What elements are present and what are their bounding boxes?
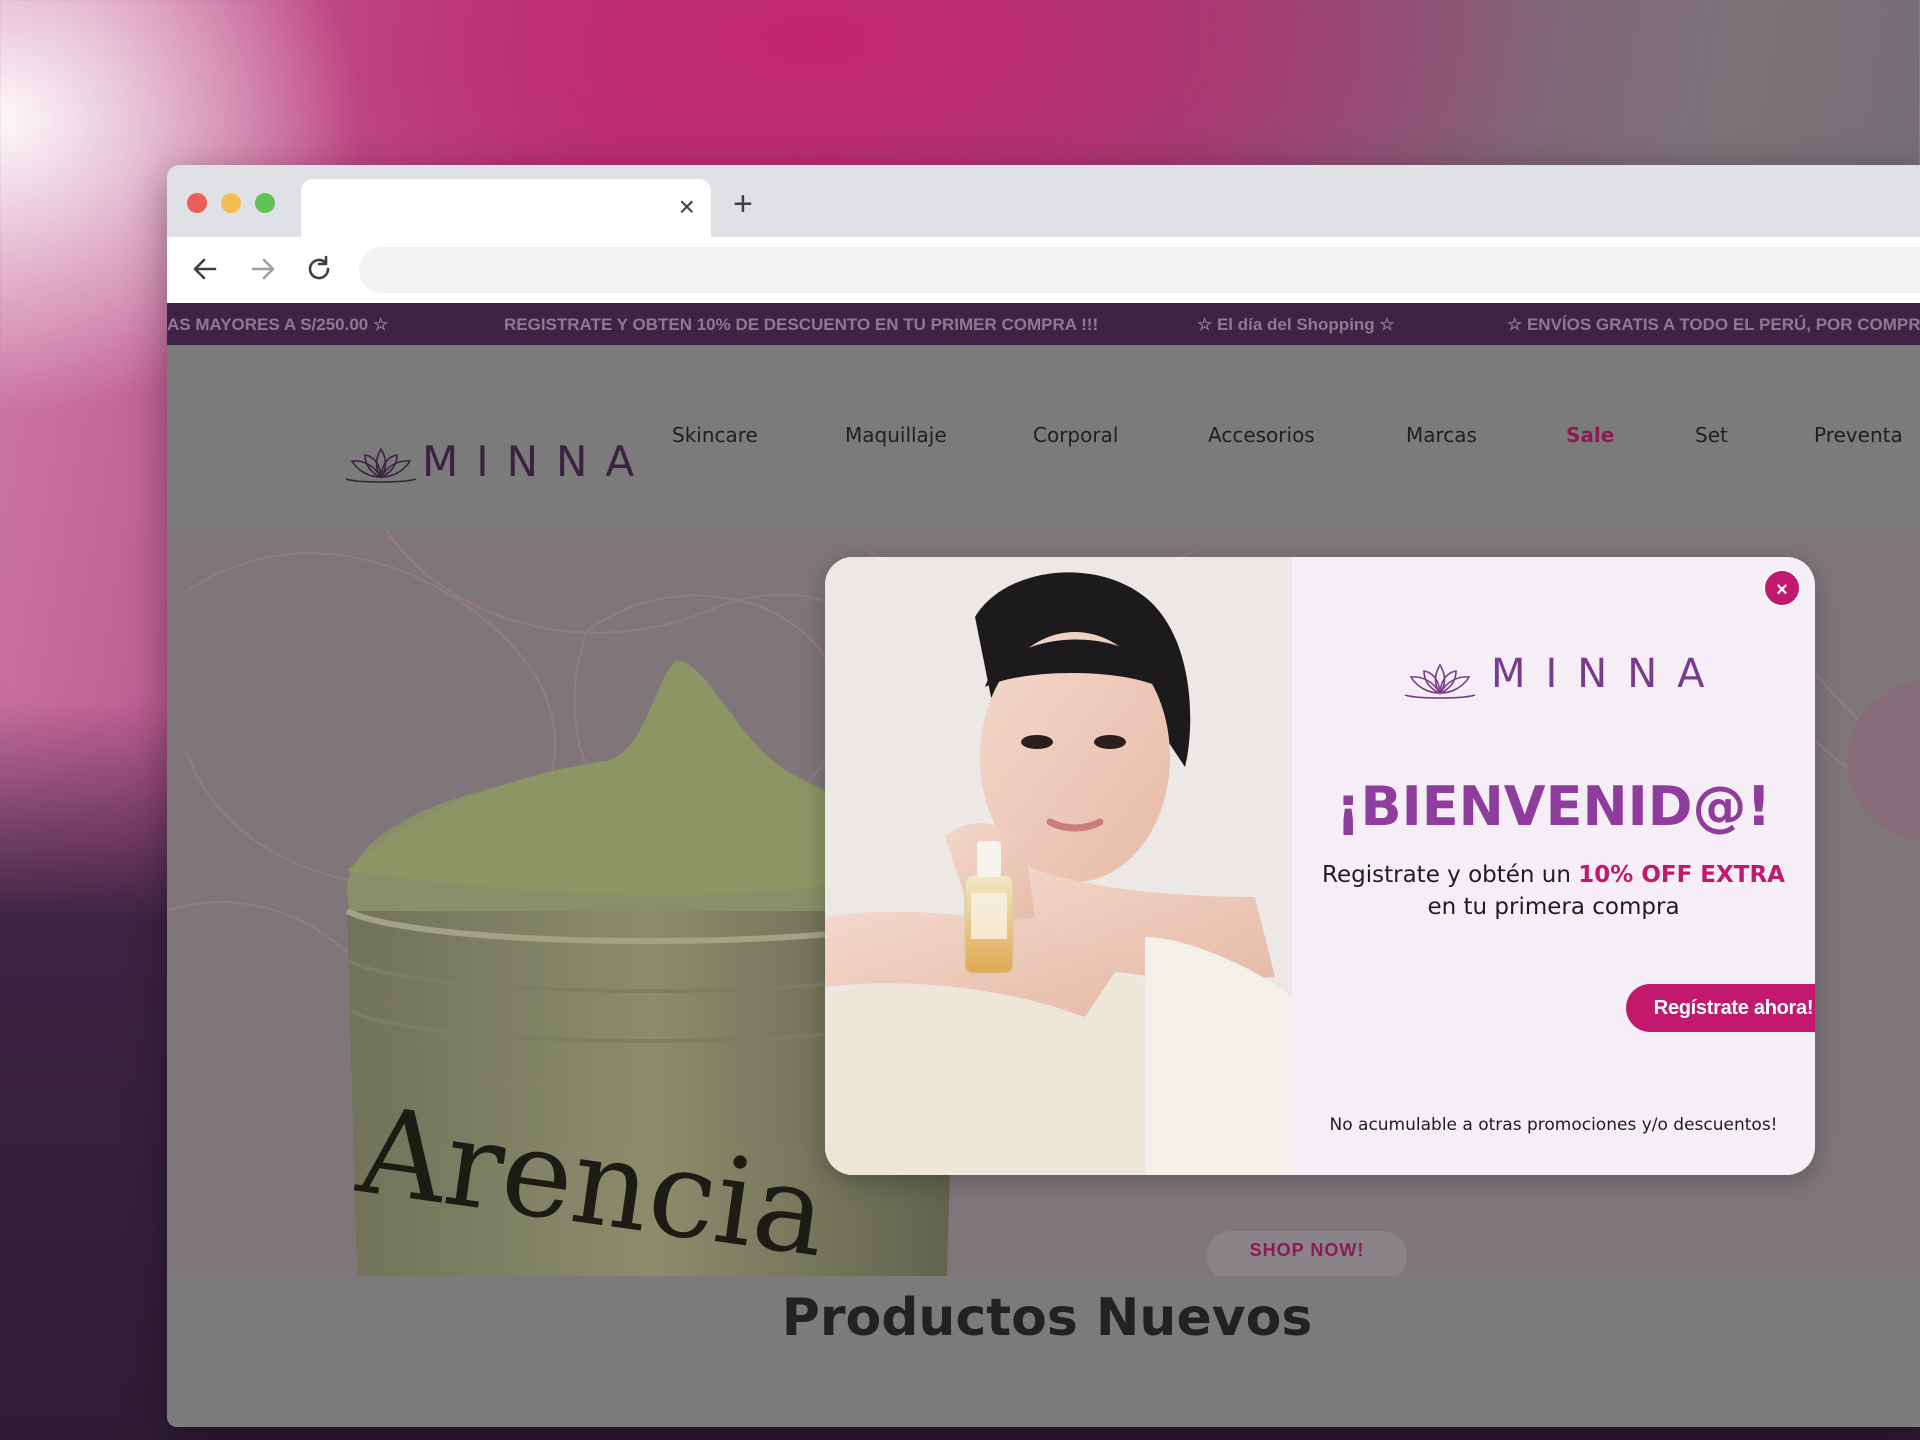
lotus-logo-icon (345, 447, 417, 483)
nav-item-skincare[interactable]: Skincare (672, 423, 758, 447)
nav-item-sale[interactable]: Sale (1566, 423, 1614, 447)
minimize-window-button[interactable] (221, 193, 241, 213)
lotus-logo-icon (1404, 663, 1476, 699)
promo-marquee: AS MAYORES A S/250.00 ☆ REGISTRATE Y OBT… (167, 303, 1920, 345)
site-header: MINNA Skincare Maquillaje Corporal Acces… (167, 345, 1920, 531)
popup-description: Registrate y obtén un 10% OFF EXTRA en t… (1292, 859, 1815, 923)
logo-wordmark: MINNA (422, 437, 653, 486)
register-now-button[interactable]: Regístrate ahora! (1626, 984, 1815, 1032)
popup-close-button[interactable]: × (1763, 569, 1801, 607)
promo-item: ☆ El día del Shopping ☆ (1197, 315, 1395, 334)
promo-item: ☆ ENVÍOS GRATIS A TODO EL PERÚ, POR COMP… (1507, 315, 1920, 334)
welcome-popup: × MINNA ¡BIENVENID@! Registrate y obtén … (825, 557, 1815, 1175)
forward-arrow-icon[interactable] (245, 251, 281, 287)
popup-logo-wordmark: MINNA (1491, 651, 1725, 697)
back-arrow-icon[interactable] (187, 251, 223, 287)
nav-item-marcas[interactable]: Marcas (1406, 423, 1477, 447)
nav-item-set[interactable]: Set (1695, 423, 1728, 447)
nav-item-preventa[interactable]: Preventa (1814, 423, 1903, 447)
shop-now-button[interactable]: SHOP NOW! (1207, 1231, 1407, 1276)
browser-toolbar (167, 237, 1920, 303)
close-window-button[interactable] (187, 193, 207, 213)
model-photo (825, 557, 1292, 1175)
address-bar[interactable] (359, 247, 1920, 293)
new-products-section: Productos Nuevos (167, 1276, 1920, 1427)
tab-close-icon[interactable]: × (679, 193, 695, 221)
tab-bar: × + (167, 165, 1920, 237)
popup-copy-text: Registrate y obtén un (1322, 862, 1579, 888)
promo-item: REGISTRATE Y OBTEN 10% DE DESCUENTO EN T… (504, 315, 1099, 334)
popup-copy-line2: en tu primera compra (1427, 894, 1680, 920)
popup-discount-highlight: 10% OFF EXTRA (1578, 862, 1785, 888)
browser-window: × + AS MAYORES A S/250.00 ☆ REGISTRATE Y… (167, 165, 1920, 1427)
popup-disclaimer: No acumulable a otras promociones y/o de… (1329, 1115, 1778, 1135)
popup-title: ¡BIENVENID@! (1335, 775, 1772, 838)
popup-logo: MINNA (1395, 649, 1715, 709)
new-tab-button[interactable]: + (733, 187, 753, 221)
site-logo[interactable]: MINNA (342, 433, 634, 489)
nav-item-corporal[interactable]: Corporal (1033, 423, 1118, 447)
section-title: Productos Nuevos (781, 1288, 1313, 1348)
maximize-window-button[interactable] (255, 193, 275, 213)
nav-item-maquillaje[interactable]: Maquillaje (845, 423, 947, 447)
nav-item-accesorios[interactable]: Accesorios (1208, 423, 1315, 447)
reload-icon[interactable] (301, 251, 337, 287)
browser-tab[interactable]: × (301, 179, 711, 237)
promo-item: AS MAYORES A S/250.00 ☆ (167, 315, 389, 334)
